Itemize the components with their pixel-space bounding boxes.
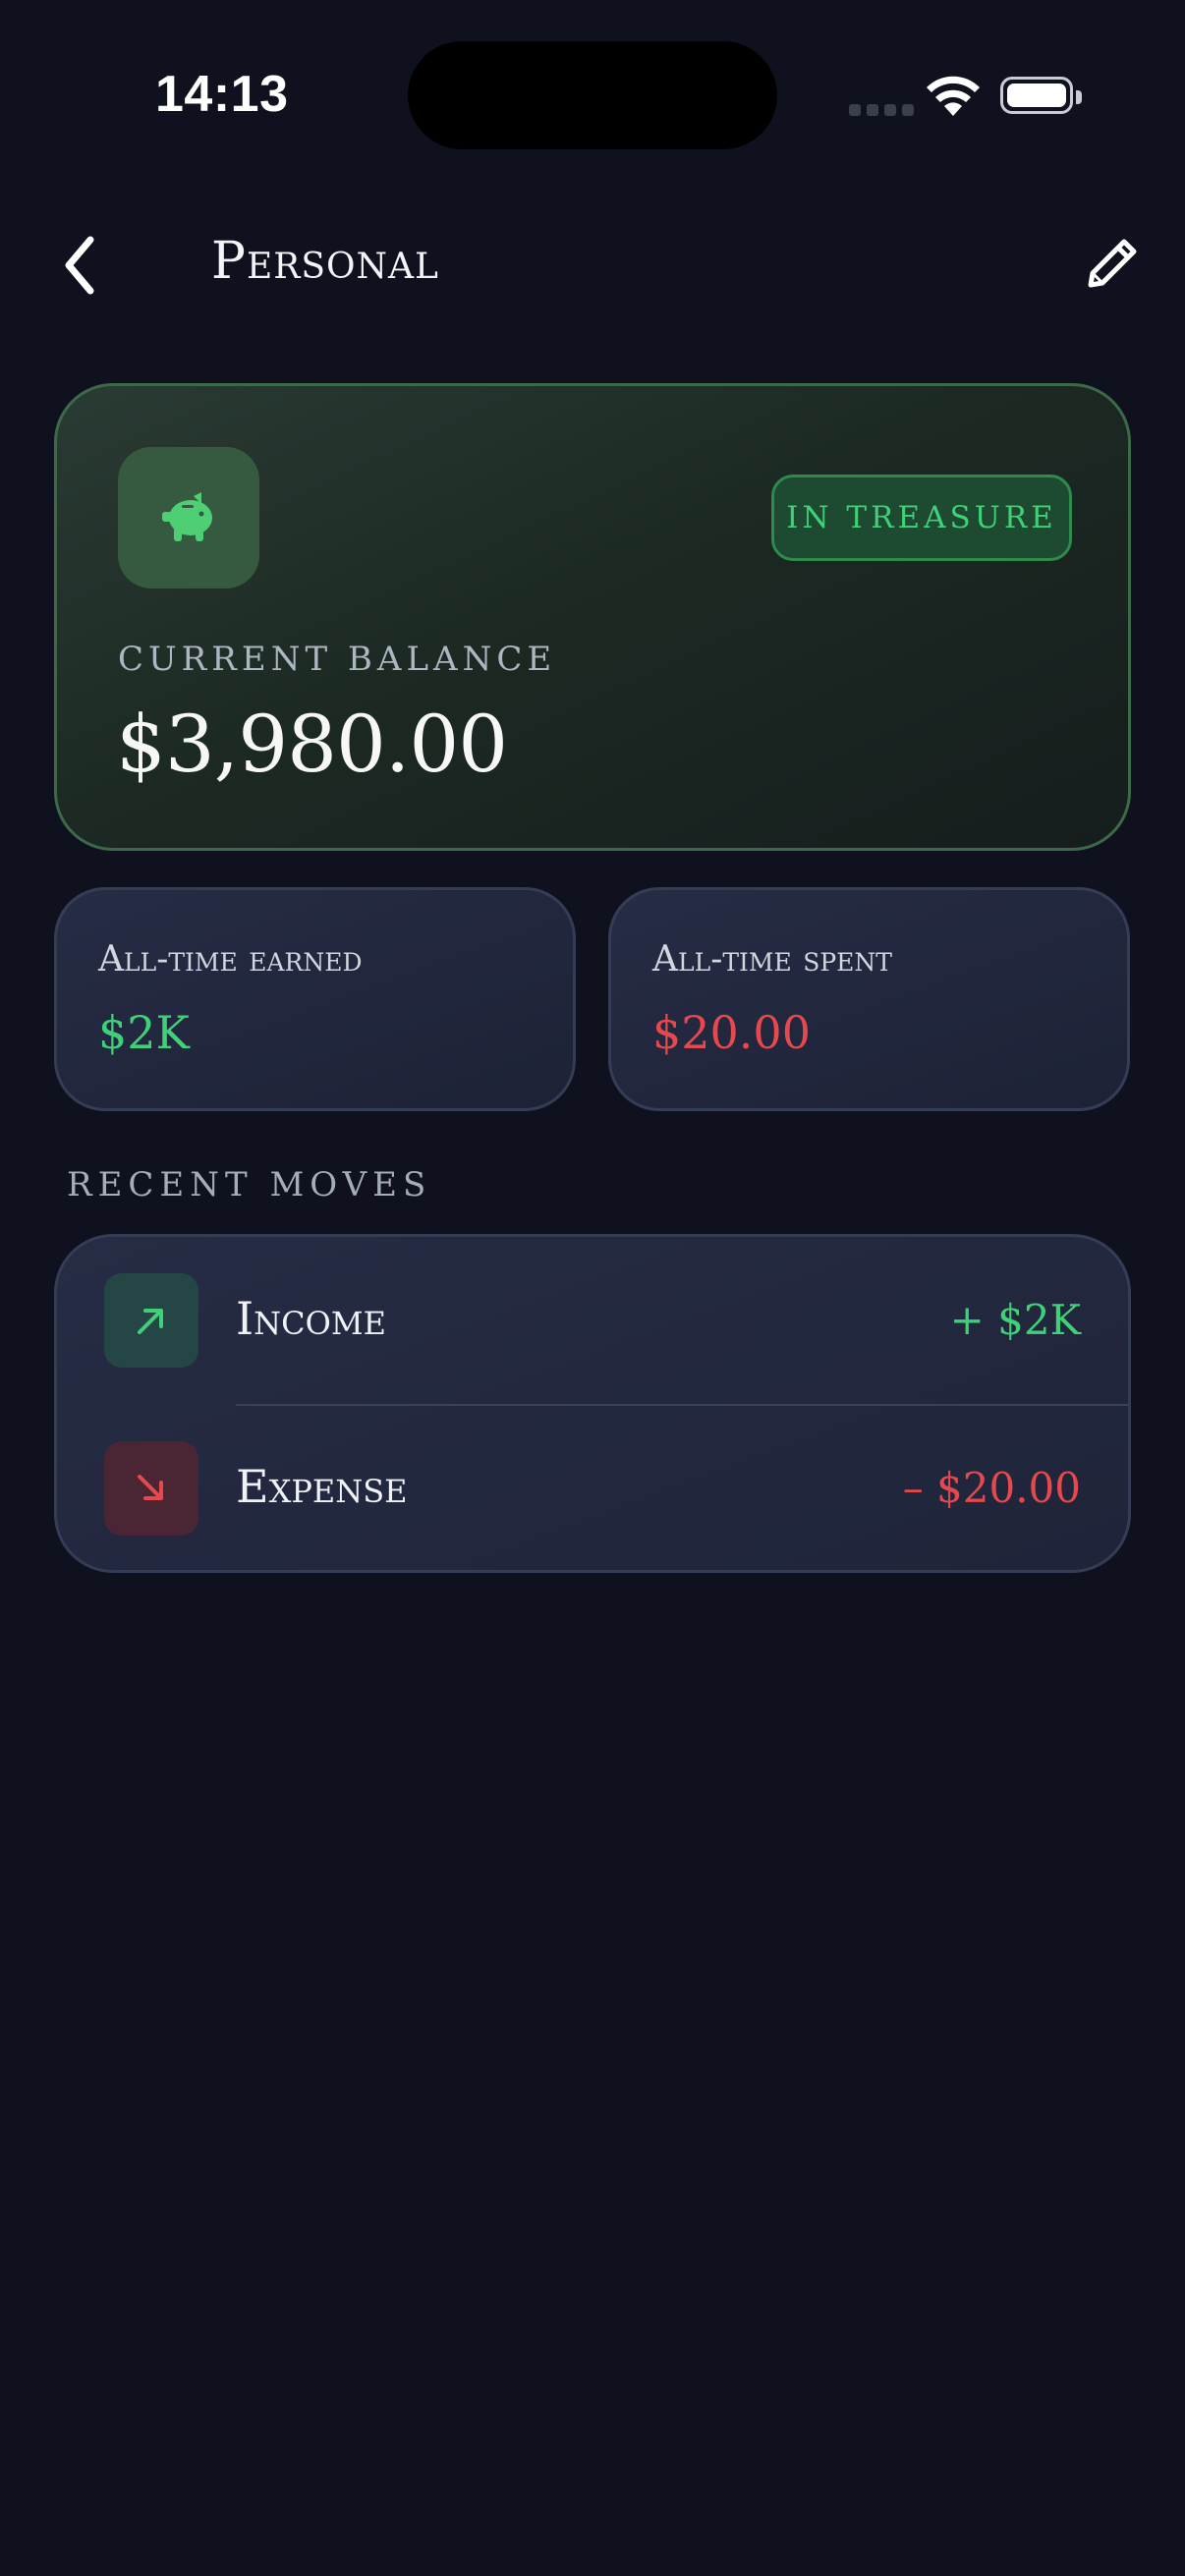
arrow-down-right-icon xyxy=(138,1475,163,1500)
balance-value: $3,980.00 xyxy=(116,699,508,790)
balance-card: IN TREASURE CURRENT BALANCE $3,980.00 xyxy=(54,383,1131,851)
spent-label: All-time spent xyxy=(652,939,892,980)
list-item-amount: – $20.00 xyxy=(902,1464,1081,1512)
list-item-expense[interactable]: Expense – $20.00 xyxy=(57,1405,1128,1570)
battery-icon xyxy=(1000,77,1082,114)
arrow-up-right-icon xyxy=(138,1309,163,1334)
app-screen: 14:13 Personal IN TREASURE CURRENT BALAN… xyxy=(0,0,1185,2576)
list-item-label: Expense xyxy=(236,1460,408,1513)
wifi-icon xyxy=(927,76,980,116)
list-item-amount: + $2K xyxy=(949,1296,1081,1344)
piggy-bank-icon xyxy=(162,492,212,541)
spent-card: All-time spent $20.00 xyxy=(608,887,1130,1111)
spent-value: $20.00 xyxy=(652,1006,811,1059)
income-icon-tile xyxy=(104,1273,198,1368)
dynamic-island xyxy=(408,41,777,149)
earned-value: $2K xyxy=(98,1006,190,1059)
section-title: RECENT MOVES xyxy=(67,1165,432,1204)
status-badge: IN TREASURE xyxy=(771,475,1072,561)
list-item-income[interactable]: Income + $2K xyxy=(57,1237,1128,1406)
status-time: 14:13 xyxy=(155,66,289,123)
pencil-edit-icon[interactable] xyxy=(1081,232,1144,295)
balance-label: CURRENT BALANCE xyxy=(118,640,557,679)
earned-card: All-time earned $2K xyxy=(54,887,576,1111)
piggy-bank-tile xyxy=(118,447,259,588)
back-chevron-icon[interactable] xyxy=(55,228,106,303)
list-item-label: Income xyxy=(236,1292,387,1345)
cellular-signal-icon xyxy=(849,104,914,116)
recent-moves-list: Income + $2K Expense – $20.00 xyxy=(54,1234,1131,1573)
page-title: Personal xyxy=(211,232,439,291)
earned-label: All-time earned xyxy=(98,939,363,980)
expense-icon-tile xyxy=(104,1441,198,1536)
